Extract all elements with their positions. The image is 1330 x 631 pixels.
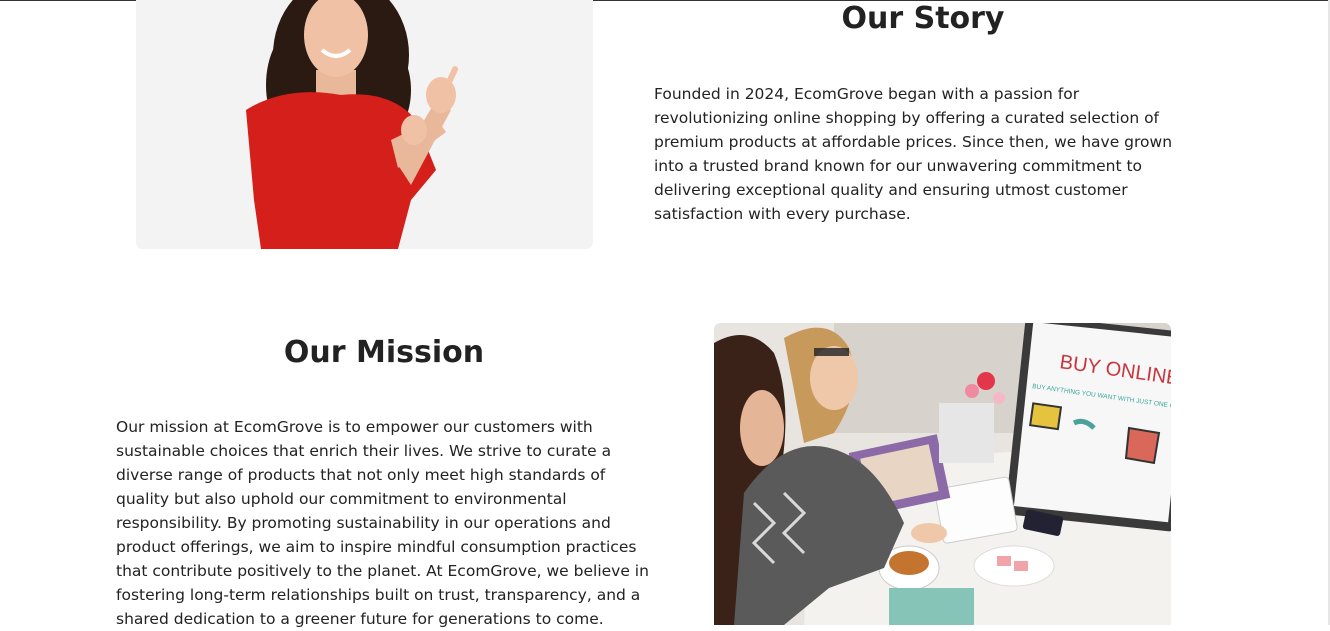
mission-title: Our Mission (283, 335, 485, 370)
mission-image: BUY ONLINE BUY ANYTHING YOU WANT WITH JU… (714, 323, 1171, 625)
mission-text: Our mission at EcomGrove is to empower o… (116, 418, 649, 628)
story-title: Our Story (841, 1, 1005, 36)
story-image (136, 0, 593, 249)
story-text: Founded in 2024, EcomGrove began with a … (654, 85, 1173, 223)
